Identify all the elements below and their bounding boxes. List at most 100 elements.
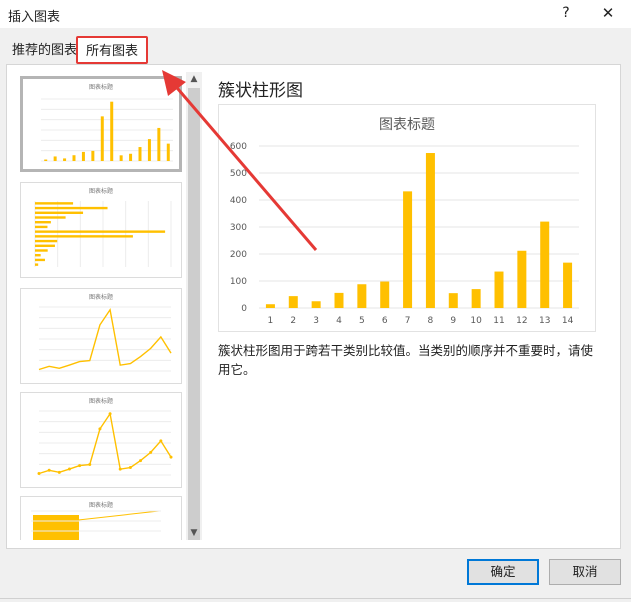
thumb-bar <box>110 101 114 161</box>
y-tick-label: 100 <box>230 277 247 287</box>
cancel-button[interactable]: 取消 <box>549 559 621 585</box>
x-tick-label: 11 <box>493 316 504 326</box>
bar <box>471 289 481 308</box>
thumb-bar <box>91 150 95 161</box>
thumb-bar <box>157 127 161 161</box>
thumb-bar <box>63 158 67 161</box>
bar <box>517 250 527 308</box>
thumb-marker <box>118 467 122 471</box>
thumb-bar <box>35 254 41 257</box>
x-tick-label: 8 <box>428 316 434 326</box>
chart-description: 簇状柱形图用于跨若干类别比较值。当类别的顺序并不重要时，请使用它。 <box>218 343 594 377</box>
thumb-bar <box>35 235 133 238</box>
thumb-marker <box>139 459 143 463</box>
thumb-marker <box>88 463 92 467</box>
thumbnail-line-markers-graphic <box>37 410 173 476</box>
x-tick-label: 6 <box>382 316 388 326</box>
thumbnail-bar-graphic <box>34 201 172 267</box>
thumb-marker <box>98 427 102 431</box>
y-tick-label: 300 <box>230 223 247 233</box>
thumb-marker <box>47 468 51 472</box>
bar <box>265 304 275 308</box>
thumbnail-scrollbar[interactable]: ▲ ▼ <box>186 72 202 540</box>
thumbnail-combo-graphic <box>31 510 161 540</box>
thumb-bar <box>35 258 45 262</box>
bottom-divider <box>0 598 631 599</box>
thumbnail-combo-chart[interactable]: 图表标题 <box>20 496 182 540</box>
thumb-bar <box>35 216 66 219</box>
x-tick-label: 4 <box>336 316 342 326</box>
thumbnail-list: 图表标题 图表标题 图表标题 图表标题 图表标题 <box>20 72 186 540</box>
thumb-marker <box>108 412 112 416</box>
ok-button[interactable]: 确定 <box>467 559 539 585</box>
x-tick-label: 10 <box>470 316 482 326</box>
x-tick-label: 7 <box>405 316 411 326</box>
preview-chart: 图表标题01002003004005006001 2 3 4 5 6 7 8 9 10 11 12 13… <box>230 117 579 326</box>
thumb-bar <box>35 239 58 243</box>
bar <box>334 292 344 308</box>
y-tick-label: 600 <box>230 142 247 152</box>
x-tick-label: 13 <box>539 316 550 326</box>
y-tick-label: 200 <box>230 250 247 260</box>
dialog-title: 插入图表 <box>8 10 61 25</box>
thumb-marker <box>37 472 41 476</box>
thumbnail-column-chart[interactable]: 图表标题 <box>20 76 182 172</box>
thumb-bar <box>35 202 74 205</box>
scroll-up-icon[interactable]: ▲ <box>186 72 202 86</box>
scroll-thumb[interactable] <box>188 88 200 540</box>
thumb-marker <box>57 470 61 474</box>
bar <box>540 221 550 308</box>
thumb-bar <box>119 155 123 161</box>
x-tick-label: 5 <box>359 316 365 326</box>
chart-title: 图表标题 <box>379 117 435 133</box>
thumb-bar <box>72 155 76 161</box>
thumb-bar <box>53 156 57 161</box>
thumb-bar <box>81 151 85 161</box>
bar <box>311 301 321 308</box>
bar <box>403 191 413 308</box>
thumb-bar <box>35 230 166 233</box>
bar <box>448 293 458 308</box>
thumb-bar <box>138 147 142 161</box>
thumb-bar <box>35 263 39 266</box>
thumb-marker <box>67 467 71 471</box>
x-tick-label: 9 <box>450 316 456 326</box>
bar <box>288 296 298 308</box>
bar <box>425 153 435 308</box>
chart-preview: 图表标题 0 100 200 300 400 500 600 1 2 3 4 5 6 7 8 9 10 11 12 13… <box>218 104 596 332</box>
thumb-bar <box>35 221 51 224</box>
thumb-marker <box>78 464 82 468</box>
scroll-down-icon[interactable]: ▼ <box>186 526 202 540</box>
tab-all-charts[interactable]: 所有图表 <box>76 36 148 64</box>
thumb-bar <box>35 249 48 252</box>
x-tick-label: 14 <box>562 316 574 326</box>
thumb-marker <box>159 439 163 443</box>
thumb-bar <box>35 225 48 229</box>
thumb-marker <box>149 450 153 454</box>
thumbnail-line-chart[interactable]: 图表标题 <box>20 288 182 384</box>
bar <box>563 262 573 308</box>
close-button[interactable]: ✕ <box>598 3 618 23</box>
help-button[interactable]: ? <box>556 3 576 23</box>
thumb-bar <box>44 159 48 161</box>
x-tick-label: 2 <box>290 316 296 326</box>
thumbnail-line-graphic <box>38 306 172 372</box>
thumb-marker <box>169 455 173 459</box>
thumbnail-bar-chart[interactable]: 图表标题 <box>20 182 182 278</box>
tab-recommended-charts[interactable]: 推荐的图表 <box>8 41 81 61</box>
title-bar: 插入图表 ? ✕ <box>0 0 631 28</box>
thumb-bar <box>129 153 133 161</box>
bar <box>357 284 367 308</box>
thumb-marker <box>128 466 132 470</box>
y-tick-label: 400 <box>230 196 247 206</box>
x-tick-label: 12 <box>516 316 527 326</box>
thumb-combo-bar <box>33 515 79 540</box>
x-tick-label: 1 <box>268 316 274 326</box>
thumb-bar <box>147 139 151 161</box>
thumb-bar <box>35 211 84 214</box>
thumbnail-line-markers-chart[interactable]: 图表标题 <box>20 392 182 488</box>
thumb-bar <box>166 143 170 161</box>
bar <box>380 281 390 308</box>
thumb-bar <box>35 244 55 247</box>
thumbnail-column-graphic <box>41 98 173 162</box>
